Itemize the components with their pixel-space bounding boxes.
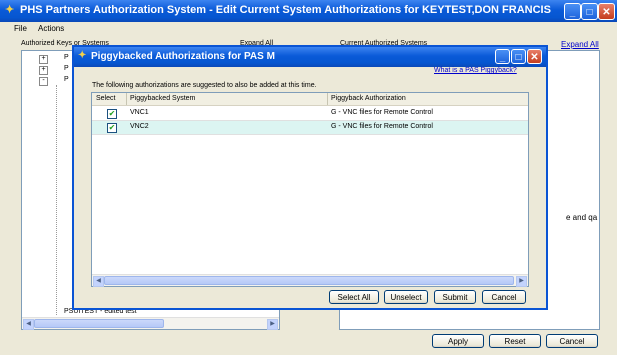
- main-cancel-button[interactable]: Cancel: [546, 334, 598, 348]
- dialog-title-bar[interactable]: ✦ Piggybacked Authorizations for PAS M _…: [74, 47, 546, 67]
- tree-collapse-icon[interactable]: -: [39, 77, 48, 86]
- dialog-instruction: The following authorizations are suggest…: [92, 82, 317, 89]
- tree-item[interactable]: P: [64, 54, 69, 61]
- row-authorization: G - VNC files for Remote Control: [331, 123, 433, 130]
- table-row[interactable]: ✔ VNC1 G - VNC files for Remote Control: [92, 107, 528, 121]
- row-system: VNC1: [130, 109, 149, 116]
- apply-button[interactable]: Apply: [432, 334, 484, 348]
- key-icon: ✦: [78, 50, 87, 61]
- right-pane-text: e and qa: [566, 213, 598, 222]
- dialog-close-button[interactable]: ✕: [527, 49, 542, 64]
- column-header-authorization[interactable]: Piggyback Authorization: [331, 95, 406, 102]
- select-all-button[interactable]: Select All: [329, 290, 379, 304]
- reset-button[interactable]: Reset: [489, 334, 541, 348]
- unselect-button[interactable]: Unselect: [384, 290, 428, 304]
- dialog-cancel-button[interactable]: Cancel: [482, 290, 526, 304]
- scroll-left-icon[interactable]: ◀: [23, 319, 34, 330]
- scroll-left-icon[interactable]: ◀: [93, 276, 104, 287]
- column-divider: [126, 93, 127, 105]
- scroll-right-icon[interactable]: ▶: [516, 276, 527, 287]
- grid-header: Select Piggybacked System Piggyback Auth…: [92, 93, 528, 106]
- close-icon: ✕: [602, 7, 611, 18]
- minimize-icon: _: [569, 7, 576, 18]
- checkmark-icon: ✔: [108, 123, 116, 132]
- minimize-button[interactable]: _: [564, 3, 581, 20]
- dialog-maximize-button[interactable]: □: [511, 49, 526, 64]
- dialog-title: Piggybacked Authorizations for PAS M: [91, 51, 275, 62]
- scroll-thumb[interactable]: [104, 276, 514, 285]
- grid-horizontal-scrollbar[interactable]: ◀ ▶: [92, 274, 528, 287]
- piggyback-grid: Select Piggybacked System Piggyback Auth…: [91, 92, 529, 287]
- tree-item[interactable]: P: [64, 76, 69, 83]
- maximize-button[interactable]: □: [581, 3, 598, 20]
- row-system: VNC2: [130, 123, 149, 130]
- piggyback-help-link[interactable]: What is a PAS Piggyback?: [434, 67, 517, 74]
- close-icon: ✕: [530, 52, 539, 63]
- tree-expand-icon[interactable]: +: [39, 66, 48, 75]
- menu-bar: File Actions: [0, 22, 617, 37]
- window-title: PHS Partners Authorization System - Edit…: [20, 4, 551, 16]
- row-select-checkbox[interactable]: ✔: [107, 123, 117, 133]
- minimize-icon: _: [499, 52, 506, 63]
- tree-connector: [56, 85, 57, 315]
- close-button[interactable]: ✕: [598, 3, 615, 20]
- dialog-minimize-button[interactable]: _: [495, 49, 510, 64]
- left-horizontal-scrollbar[interactable]: ◀ ▶: [22, 317, 279, 330]
- checkmark-icon: ✔: [108, 109, 116, 118]
- row-select-checkbox[interactable]: ✔: [107, 109, 117, 119]
- tree-expand-icon[interactable]: +: [39, 55, 48, 64]
- menu-file[interactable]: File: [14, 24, 27, 33]
- table-row[interactable]: ✔ VNC2 G - VNC files for Remote Control: [92, 121, 528, 135]
- right-expand-all-link[interactable]: Expand All: [561, 40, 599, 49]
- row-authorization: G - VNC files for Remote Control: [331, 109, 433, 116]
- piggyback-dialog: ✦ Piggybacked Authorizations for PAS M _…: [72, 45, 548, 310]
- submit-button[interactable]: Submit: [434, 290, 476, 304]
- scroll-thumb[interactable]: [34, 319, 164, 328]
- key-icon: ✦: [5, 4, 15, 16]
- window-title-bar[interactable]: ✦ PHS Partners Authorization System - Ed…: [0, 0, 617, 22]
- menu-actions[interactable]: Actions: [38, 24, 64, 33]
- scroll-right-icon[interactable]: ▶: [267, 319, 278, 330]
- maximize-icon: □: [586, 7, 593, 18]
- column-divider: [327, 93, 328, 105]
- column-header-system[interactable]: Piggybacked System: [130, 95, 195, 102]
- maximize-icon: □: [515, 52, 522, 63]
- column-header-select[interactable]: Select: [96, 95, 115, 102]
- tree-item[interactable]: P: [64, 65, 69, 72]
